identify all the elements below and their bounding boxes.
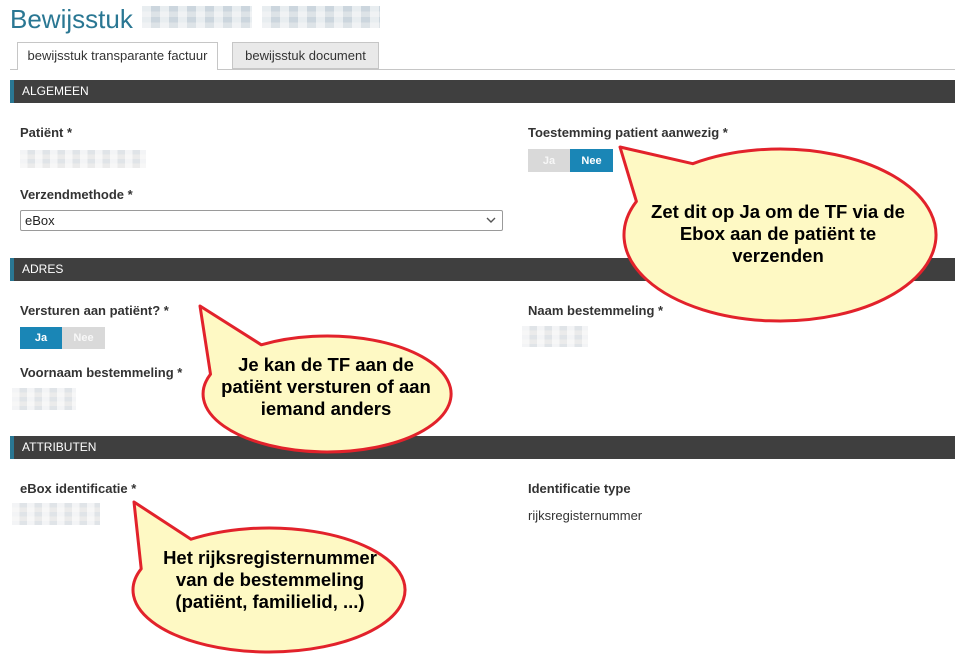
shipping-method-value: eBox xyxy=(25,213,55,228)
callout-line: (patiënt, familielid, ...) xyxy=(175,591,365,612)
callout-text-recipient: Je kan de TF aan de patiënt versturen of… xyxy=(196,354,456,420)
callout-line: verzenden xyxy=(732,245,824,266)
send-to-patient-toggle: Ja Nee xyxy=(20,327,105,349)
callout-text-consent: Zet dit op Ja om de TF via de Ebox aan d… xyxy=(628,201,928,267)
redacted-recipient-first-name xyxy=(12,388,76,410)
section-header-general: ALGEMEEN xyxy=(10,80,955,103)
callout-line: Je kan de TF aan de xyxy=(238,354,414,375)
callout-text-identification: Het rijksregisternummer van de bestemmel… xyxy=(130,547,410,613)
tab-label: bewijsstuk document xyxy=(245,48,366,63)
redacted-recipient-last-name xyxy=(522,326,588,347)
callout-line: Ebox aan de patiënt te xyxy=(679,223,877,244)
section-header-attributes: ATTRIBUTEN xyxy=(10,436,955,459)
send-to-patient-no-button[interactable]: Nee xyxy=(62,327,105,349)
send-to-patient-yes-button[interactable]: Ja xyxy=(20,327,62,349)
callout-line: van de bestemmeling xyxy=(175,569,365,590)
callout-line: iemand anders xyxy=(260,398,392,419)
consent-no-button[interactable]: Nee xyxy=(570,149,613,172)
toggle-label: Ja xyxy=(542,154,556,167)
redacted-title-part-1 xyxy=(142,6,252,28)
tab-document[interactable]: bewijsstuk document xyxy=(232,42,379,69)
consent-toggle: Ja Nee xyxy=(528,149,613,172)
identification-type-label: Identificatie type xyxy=(528,481,631,496)
consent-yes-button[interactable]: Ja xyxy=(528,149,570,172)
tab-transparent-invoice[interactable]: bewijsstuk transparante factuur xyxy=(17,42,218,70)
identification-type-value: rijksregisternummer xyxy=(528,508,643,523)
shipping-method-label: Verzendmethode * xyxy=(20,187,133,202)
patient-label: Patiënt * xyxy=(20,125,73,140)
toggle-label: Ja xyxy=(34,332,48,344)
page-title: Bewijsstuk xyxy=(10,4,133,34)
callout-line: Het rijksregisternummer xyxy=(163,547,377,568)
callout-line: patiënt versturen of aan xyxy=(221,376,431,397)
redacted-patient-value xyxy=(20,150,146,168)
recipient-first-name-label: Voornaam bestemmeling * xyxy=(20,365,183,380)
ebox-identification-label: eBox identificatie * xyxy=(20,481,137,496)
toggle-label: Nee xyxy=(73,332,94,344)
toggle-label: Nee xyxy=(581,154,602,167)
consent-label: Toestemming patient aanwezig * xyxy=(528,125,728,140)
send-to-patient-label: Versturen aan patiënt? * xyxy=(20,303,169,318)
callout-line: Zet dit op Ja om de TF via de xyxy=(651,201,905,222)
shipping-method-select[interactable]: eBox xyxy=(20,210,503,231)
redacted-ebox-identification xyxy=(12,503,100,525)
page: { "page": { "title": "Bewijsstuk" }, "ta… xyxy=(0,0,955,672)
recipient-last-name-label: Naam bestemmeling * xyxy=(528,303,664,318)
chevron-down-icon xyxy=(486,217,496,223)
tab-strip: bewijsstuk transparante factuur bewijsst… xyxy=(10,42,955,70)
redacted-title-part-2 xyxy=(262,6,380,28)
tab-label: bewijsstuk transparante factuur xyxy=(27,48,208,63)
